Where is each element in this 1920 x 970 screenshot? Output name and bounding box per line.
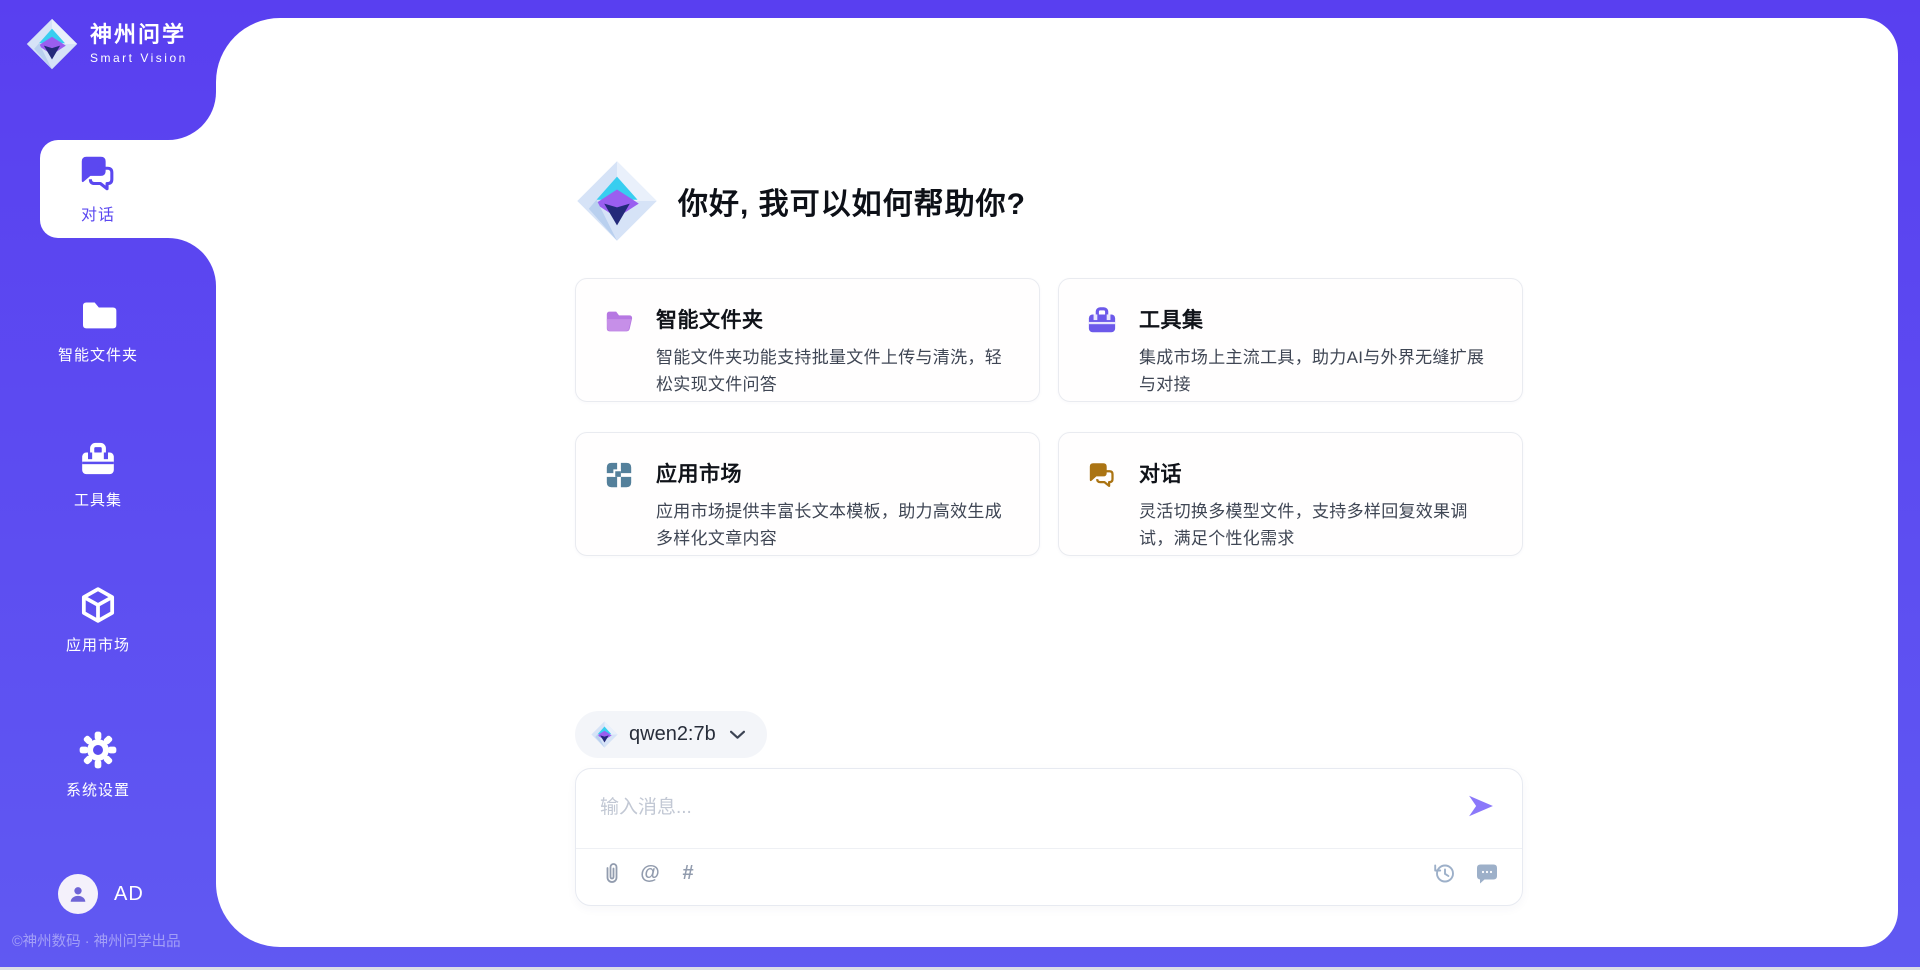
message-composer: @ # [575, 768, 1523, 906]
at-icon: @ [640, 862, 660, 885]
copyright-text: ©神州数码 · 神州问学出品 [12, 930, 212, 951]
message-input[interactable] [600, 785, 1452, 831]
topic-button[interactable]: # [676, 861, 700, 885]
toolbox-icon [78, 440, 118, 480]
send-icon[interactable] [1466, 793, 1496, 819]
tab-curve-top [168, 92, 216, 140]
sidebar-item-settings[interactable]: 系统设置 [0, 730, 196, 800]
model-gem-icon [591, 721, 618, 748]
composer-divider [576, 848, 1522, 849]
card-title: 对话 [1139, 458, 1498, 488]
history-button[interactable] [1432, 861, 1456, 885]
brand-gem-icon [26, 18, 78, 70]
sidebar-item-label: 系统设置 [66, 779, 130, 800]
app-logo: 神州问学 Smart Vision [26, 18, 188, 70]
folder-icon [78, 295, 118, 335]
card-toolbox[interactable]: 工具集 集成市场上主流工具，助力AI与外界无缝扩展与对接 [1058, 278, 1523, 402]
toolbox-icon [1087, 306, 1117, 336]
card-smart-folder[interactable]: 智能文件夹 智能文件夹功能支持批量文件上传与清洗，轻松实现文件问答 [575, 278, 1040, 402]
chat-bubble-icon [1474, 862, 1498, 884]
card-desc: 灵活切换多模型文件，支持多样回复效果调试，满足个性化需求 [1139, 498, 1498, 552]
tab-curve-bottom [168, 238, 216, 286]
person-icon [67, 883, 89, 905]
greeting-title: 你好, 我可以如何帮助你? [678, 179, 1026, 223]
attachment-button[interactable] [600, 861, 624, 885]
sidebar-item-label: 对话 [81, 201, 115, 225]
chat-icon [1087, 460, 1117, 490]
composer-right-tools [1432, 861, 1498, 885]
user-profile[interactable]: AD [58, 874, 144, 914]
sidebar-item-smart-folder[interactable]: 智能文件夹 [0, 295, 196, 365]
gear-icon [78, 730, 118, 770]
hash-icon: # [682, 862, 693, 885]
chat-icon [77, 152, 119, 194]
chevron-down-icon [730, 730, 745, 740]
brand-name: 神州问学 [90, 23, 188, 47]
brand-subtitle: Smart Vision [90, 51, 188, 65]
card-desc: 应用市场提供丰富长文本模板，助力高效生成多样化文章内容 [656, 498, 1015, 552]
sidebar-item-label: 应用市场 [66, 634, 130, 655]
card-app-market[interactable]: 应用市场 应用市场提供丰富长文本模板，助力高效生成多样化文章内容 [575, 432, 1040, 556]
card-chat[interactable]: 对话 灵活切换多模型文件，支持多样回复效果调试，满足个性化需求 [1058, 432, 1523, 556]
card-desc: 集成市场上主流工具，助力AI与外界无缝扩展与对接 [1139, 344, 1498, 398]
sidebar-item-chat[interactable]: 对话 [40, 140, 216, 238]
greeting-block: 你好, 我可以如何帮助你? [576, 160, 1026, 242]
card-title: 应用市场 [656, 458, 1015, 488]
user-initials: AD [114, 883, 144, 906]
folder-icon [604, 306, 634, 336]
grid-icon [604, 460, 634, 490]
paperclip-icon [602, 862, 622, 884]
mention-button[interactable]: @ [638, 861, 662, 885]
greeting-gem-icon [576, 160, 658, 242]
sidebar-item-toolbox[interactable]: 工具集 [0, 440, 196, 510]
sidebar-item-label: 智能文件夹 [58, 344, 138, 365]
feature-cards: 智能文件夹 智能文件夹功能支持批量文件上传与清洗，轻松实现文件问答 工具集 集成… [575, 278, 1523, 556]
card-desc: 智能文件夹功能支持批量文件上传与清洗，轻松实现文件问答 [656, 344, 1015, 398]
card-title: 工具集 [1139, 304, 1498, 334]
feedback-button[interactable] [1474, 861, 1498, 885]
composer-toolbar: @ # [600, 861, 1498, 885]
sidebar-item-app-market[interactable]: 应用市场 [0, 585, 196, 655]
history-icon [1432, 861, 1456, 885]
model-name: qwen2:7b [629, 723, 716, 746]
sidebar-item-label: 工具集 [74, 489, 122, 510]
avatar [58, 874, 98, 914]
model-selector[interactable]: qwen2:7b [575, 711, 767, 758]
card-title: 智能文件夹 [656, 304, 1015, 334]
cube-icon [78, 585, 118, 625]
